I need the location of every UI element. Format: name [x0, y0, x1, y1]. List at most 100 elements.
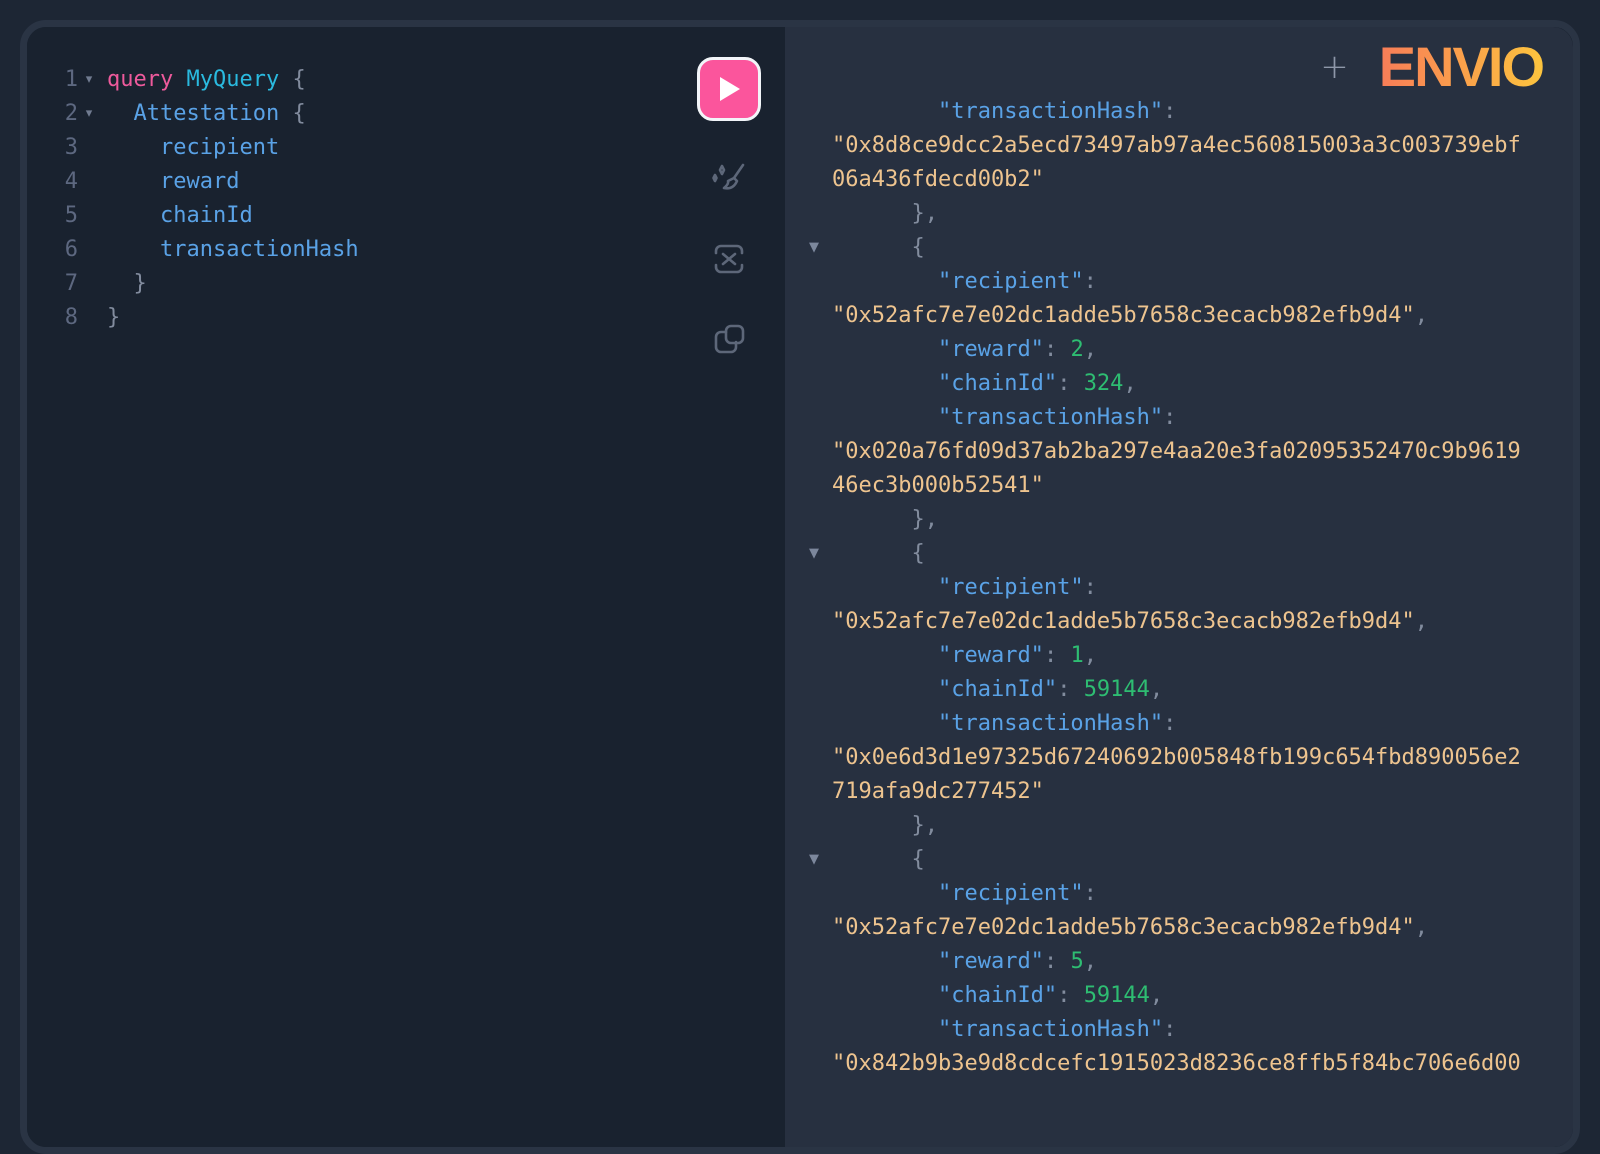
- token-punc: :: [1044, 949, 1071, 974]
- code-text: "reward": 2,: [832, 337, 1097, 362]
- token-key: "reward": [938, 643, 1044, 668]
- result-line: "0x842b9b3e9d8cdcefc1915023d8236ce8ffb5f…: [785, 1047, 1573, 1081]
- code-text: }: [107, 267, 147, 301]
- fold-spacer: [78, 199, 100, 233]
- token-punc: {: [911, 235, 924, 260]
- line-number: 1: [27, 63, 78, 97]
- line-number: 2: [27, 97, 78, 131]
- result-line: ▼ {: [785, 231, 1573, 265]
- token-punc: ,: [1084, 337, 1097, 362]
- collapse-toggle-icon[interactable]: ▼: [805, 843, 823, 877]
- line-number: 5: [27, 199, 78, 233]
- token-ws: [832, 507, 911, 532]
- token-punc: ,: [1150, 983, 1163, 1008]
- line-number: 3: [27, 131, 78, 165]
- query-code[interactable]: 1▾query MyQuery {2▾ Attestation {3 recip…: [27, 27, 785, 335]
- code-text: query MyQuery {: [107, 63, 306, 97]
- code-text: 06a436fdecd00b2": [832, 167, 1044, 192]
- code-text: "transactionHash":: [832, 99, 1176, 124]
- code-text: "transactionHash":: [832, 405, 1176, 430]
- token-punc: :: [1044, 337, 1071, 362]
- copy-icon: [709, 319, 749, 359]
- editor-line[interactable]: 4 reward: [27, 165, 785, 199]
- token-punc: {: [911, 541, 924, 566]
- token-punc: :: [1057, 371, 1084, 396]
- code-text: 719afa9dc277452": [832, 779, 1044, 804]
- token-str: 719afa9dc277452": [832, 779, 1044, 804]
- token-str: "0x8d8ce9dcc2a5ecd73497ab97a4ec560815003…: [832, 133, 1521, 158]
- code-text: {: [832, 235, 925, 260]
- editor-toolbar: [697, 57, 761, 361]
- copy-button[interactable]: [709, 317, 749, 361]
- token-str: 06a436fdecd00b2": [832, 167, 1044, 192]
- result-line: "0x020a76fd09d37ab2ba297e4aa20e3fa020953…: [785, 435, 1573, 469]
- result-line: "0x52afc7e7e02dc1adde5b7658c3ecacb982efb…: [785, 299, 1573, 333]
- token-ws: [107, 169, 160, 194]
- code-text: "0x8d8ce9dcc2a5ecd73497ab97a4ec560815003…: [832, 133, 1521, 158]
- collapse-toggle-icon[interactable]: ▼: [805, 231, 823, 265]
- token-punc: {: [292, 67, 305, 92]
- token-punc: :: [1044, 643, 1071, 668]
- fold-spacer: [78, 301, 100, 335]
- token-str: 46ec3b000b52541": [832, 473, 1044, 498]
- response-json: "transactionHash": "0x8d8ce9dcc2a5ecd7349…: [785, 27, 1573, 1081]
- fold-toggle-icon[interactable]: ▾: [78, 63, 100, 97]
- code-text: "transactionHash":: [832, 1017, 1176, 1042]
- code-text: "chainId": 324,: [832, 371, 1137, 396]
- code-text: {: [832, 847, 925, 872]
- token-str: "0x020a76fd09d37ab2ba297e4aa20e3fa020953…: [832, 439, 1521, 464]
- token-punc: }: [134, 271, 147, 296]
- token-ws: [832, 711, 938, 736]
- editor-line[interactable]: 6 transactionHash: [27, 233, 785, 267]
- token-field: transactionHash: [160, 237, 359, 262]
- code-text: "0x52afc7e7e02dc1adde5b7658c3ecacb982efb…: [832, 915, 1428, 940]
- code-text: },: [832, 201, 938, 226]
- editor-line[interactable]: 1▾query MyQuery {: [27, 63, 785, 97]
- fold-spacer: [78, 131, 100, 165]
- fold-toggle-icon[interactable]: ▾: [78, 97, 100, 131]
- token-key: "transactionHash": [938, 711, 1163, 736]
- token-ws: [832, 201, 911, 226]
- prettify-button[interactable]: [709, 157, 749, 201]
- editor-line[interactable]: 3 recipient: [27, 131, 785, 165]
- execute-query-button[interactable]: [697, 57, 761, 121]
- collapse-toggle-icon[interactable]: ▼: [805, 537, 823, 571]
- token-ws: [173, 67, 186, 92]
- editor-line[interactable]: 2▾ Attestation {: [27, 97, 785, 131]
- token-ws: [832, 337, 938, 362]
- line-number: 4: [27, 165, 78, 199]
- token-ws: [832, 541, 911, 566]
- result-line: "chainId": 59144,: [785, 673, 1573, 707]
- token-ws: [832, 677, 938, 702]
- token-punc: {: [911, 847, 924, 872]
- result-line: "reward": 1,: [785, 639, 1573, 673]
- editor-line[interactable]: 7 }: [27, 267, 785, 301]
- merge-fragments-button[interactable]: [709, 237, 749, 281]
- query-editor[interactable]: 1▾query MyQuery {2▾ Attestation {3 recip…: [27, 27, 785, 1147]
- token-def: MyQuery: [186, 67, 279, 92]
- token-punc: ,: [1084, 949, 1097, 974]
- token-punc: :: [1163, 711, 1176, 736]
- token-field: reward: [160, 169, 239, 194]
- token-ws: [107, 271, 134, 296]
- code-text: "0x842b9b3e9d8cdcefc1915023d8236ce8ffb5f…: [832, 1051, 1521, 1076]
- token-key: "transactionHash": [938, 99, 1163, 124]
- result-line: 719afa9dc277452": [785, 775, 1573, 809]
- result-line: "0x0e6d3d1e97325d67240692b005848fb199c65…: [785, 741, 1573, 775]
- token-ws: [832, 847, 911, 872]
- editor-line[interactable]: 8}: [27, 301, 785, 335]
- token-key: "recipient": [938, 881, 1084, 906]
- editor-line[interactable]: 5 chainId: [27, 199, 785, 233]
- code-text: },: [832, 507, 938, 532]
- token-punc: ,: [1123, 371, 1136, 396]
- token-num: 2: [1070, 337, 1083, 362]
- token-num: 1: [1070, 643, 1083, 668]
- code-text: "recipient":: [832, 575, 1097, 600]
- envio-logo: ENVIO: [1379, 39, 1543, 95]
- line-number: 8: [27, 301, 78, 335]
- code-text: chainId: [107, 199, 253, 233]
- merge-fragments-icon: [709, 239, 749, 279]
- result-line: "recipient":: [785, 265, 1573, 299]
- result-line: "transactionHash":: [785, 95, 1573, 129]
- add-tab-button[interactable]: +: [1316, 50, 1353, 84]
